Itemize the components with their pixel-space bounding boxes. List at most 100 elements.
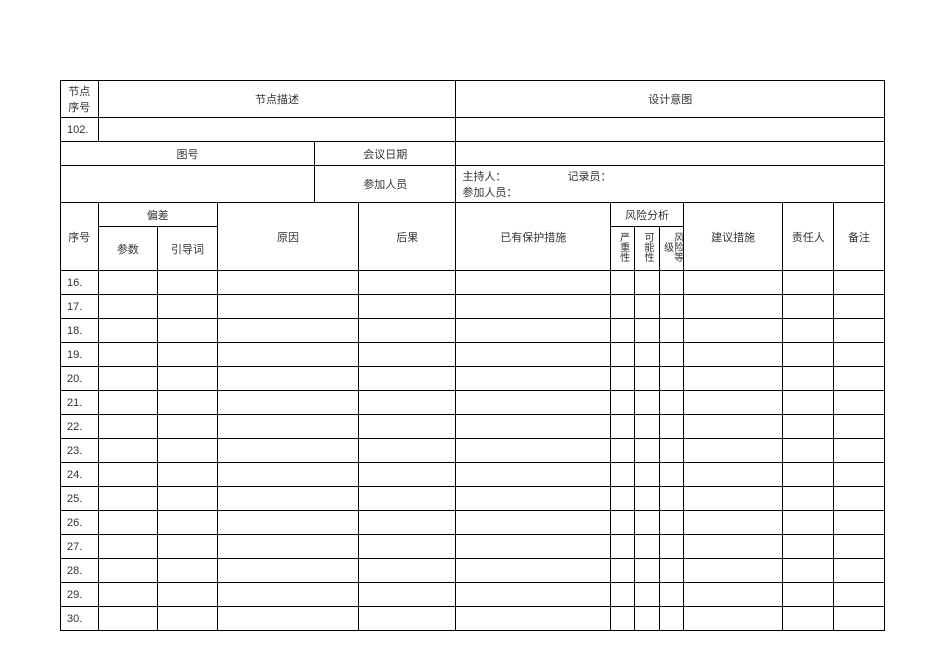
cell-severity [611, 439, 635, 463]
meeting-date-value [456, 142, 885, 166]
cell-param [98, 511, 158, 535]
cell-guideword [158, 463, 218, 487]
table-row: 18. [61, 319, 885, 343]
cell-consequence [359, 487, 456, 511]
cell-risk-level [659, 583, 683, 607]
cell-likelihood [635, 511, 659, 535]
cell-seq: 24. [61, 463, 99, 487]
cell-remark [834, 463, 885, 487]
cell-recommendation [683, 415, 782, 439]
cell-remark [834, 487, 885, 511]
cell-risk-level [659, 415, 683, 439]
col-risk-level: 风险等级 [659, 227, 683, 271]
cell-risk-level [659, 391, 683, 415]
col-guideword: 引导词 [158, 227, 218, 271]
cell-severity [611, 487, 635, 511]
cell-severity [611, 367, 635, 391]
cell-consequence [359, 415, 456, 439]
cell-severity [611, 607, 635, 631]
cell-safeguard [456, 391, 611, 415]
recorder-label: 记录员： [568, 171, 612, 183]
meeting-date-label: 会议日期 [315, 142, 456, 166]
cell-safeguard [456, 583, 611, 607]
cell-seq: 16. [61, 271, 99, 295]
cell-safeguard [456, 535, 611, 559]
cell-risk-level [659, 319, 683, 343]
cell-seq: 23. [61, 439, 99, 463]
node-desc-value [98, 118, 456, 142]
participants-line2: 参加人员： [462, 187, 517, 199]
col-cause: 原因 [217, 203, 358, 271]
cell-responsible [783, 463, 834, 487]
cell-consequence [359, 439, 456, 463]
cell-likelihood [635, 319, 659, 343]
table-row: 23. [61, 439, 885, 463]
cell-cause [217, 511, 358, 535]
cell-param [98, 415, 158, 439]
cell-severity [611, 463, 635, 487]
cell-guideword [158, 295, 218, 319]
cell-responsible [783, 559, 834, 583]
cell-responsible [783, 319, 834, 343]
cell-guideword [158, 415, 218, 439]
cell-param [98, 271, 158, 295]
node-no-value: 102. [61, 118, 99, 142]
cell-guideword [158, 343, 218, 367]
cell-likelihood [635, 535, 659, 559]
cell-safeguard [456, 271, 611, 295]
cell-param [98, 439, 158, 463]
cell-severity [611, 511, 635, 535]
cell-safeguard [456, 295, 611, 319]
col-severity: 严重性 [611, 227, 635, 271]
cell-likelihood [635, 559, 659, 583]
cell-likelihood [635, 583, 659, 607]
cell-guideword [158, 487, 218, 511]
cell-remark [834, 391, 885, 415]
cell-param [98, 535, 158, 559]
cell-severity [611, 295, 635, 319]
cell-seq: 25. [61, 487, 99, 511]
col-risk: 风险分析 [611, 203, 684, 227]
table-row: 25. [61, 487, 885, 511]
cell-severity [611, 415, 635, 439]
cell-recommendation [683, 559, 782, 583]
cell-remark [834, 319, 885, 343]
cell-likelihood [635, 487, 659, 511]
cell-likelihood [635, 271, 659, 295]
cell-recommendation [683, 463, 782, 487]
cell-risk-level [659, 295, 683, 319]
node-desc-label: 节点描述 [98, 81, 456, 118]
cell-cause [217, 583, 358, 607]
drawing-no-label: 图号 [61, 142, 315, 166]
table-row: 29. [61, 583, 885, 607]
cell-cause [217, 391, 358, 415]
cell-seq: 17. [61, 295, 99, 319]
cell-risk-level [659, 607, 683, 631]
cell-safeguard [456, 415, 611, 439]
cell-remark [834, 271, 885, 295]
cell-responsible [783, 295, 834, 319]
cell-param [98, 463, 158, 487]
cell-remark [834, 367, 885, 391]
table-row: 27. [61, 535, 885, 559]
col-param: 参数 [98, 227, 158, 271]
cell-safeguard [456, 343, 611, 367]
cell-likelihood [635, 391, 659, 415]
cell-guideword [158, 319, 218, 343]
cell-risk-level [659, 343, 683, 367]
cell-responsible [783, 439, 834, 463]
cell-consequence [359, 463, 456, 487]
cell-guideword [158, 535, 218, 559]
cell-risk-level [659, 439, 683, 463]
cell-cause [217, 607, 358, 631]
cell-param [98, 367, 158, 391]
cell-cause [217, 271, 358, 295]
table-row: 22. [61, 415, 885, 439]
cell-remark [834, 343, 885, 367]
cell-recommendation [683, 391, 782, 415]
cell-seq: 20. [61, 367, 99, 391]
cell-severity [611, 583, 635, 607]
design-intent-label: 设计意图 [456, 81, 885, 118]
table-row: 20. [61, 367, 885, 391]
cell-safeguard [456, 559, 611, 583]
